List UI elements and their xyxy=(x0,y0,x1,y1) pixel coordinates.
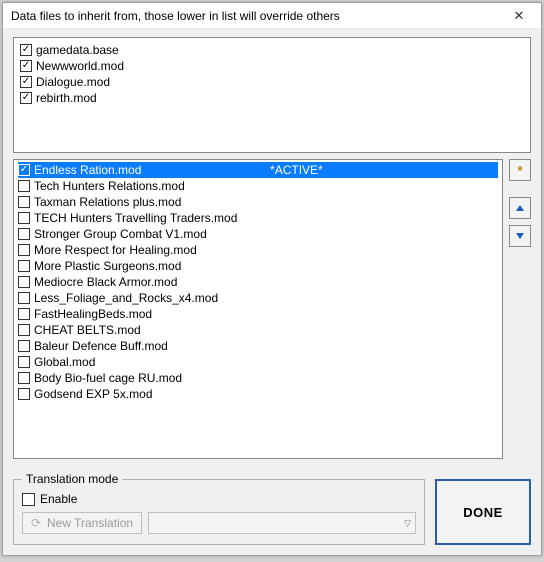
mod-row[interactable]: TECH Hunters Travelling Traders.mod xyxy=(18,210,498,226)
translation-icon: ⟳ xyxy=(29,516,43,530)
enable-row[interactable]: Enable xyxy=(22,492,416,506)
checkbox[interactable] xyxy=(18,356,30,368)
close-icon: ✕ xyxy=(514,8,525,24)
base-file-row[interactable]: rebirth.mod xyxy=(20,90,524,106)
mod-row[interactable]: Mediocre Black Armor.mod xyxy=(18,274,498,290)
enable-label: Enable xyxy=(40,492,77,506)
mod-label: Taxman Relations plus.mod xyxy=(34,194,181,210)
translation-group: Translation mode Enable ⟳ New Translatio… xyxy=(13,479,425,545)
mod-row[interactable]: More Respect for Healing.mod xyxy=(18,242,498,258)
move-up-button[interactable] xyxy=(509,197,531,219)
base-file-label: gamedata.base xyxy=(36,42,119,58)
checkbox[interactable] xyxy=(18,308,30,320)
dialog-window: Data files to inherit from, those lower … xyxy=(2,2,542,556)
arrow-up-icon xyxy=(516,205,524,211)
checkbox[interactable] xyxy=(18,276,30,288)
checkbox[interactable] xyxy=(18,180,30,192)
asterisk-icon: * xyxy=(517,163,522,178)
checkbox[interactable] xyxy=(18,292,30,304)
mod-label: Stronger Group Combat V1.mod xyxy=(34,226,207,242)
mod-row[interactable]: Baleur Defence Buff.mod xyxy=(18,338,498,354)
mod-label: Global.mod xyxy=(34,354,95,370)
mod-label: FastHealingBeds.mod xyxy=(34,306,152,322)
window-title: Data files to inherit from, those lower … xyxy=(11,9,340,23)
active-flag: *ACTIVE* xyxy=(270,162,323,178)
mod-label: More Plastic Surgeons.mod xyxy=(34,258,181,274)
base-file-row[interactable]: Newwworld.mod xyxy=(20,58,524,74)
new-translation-label: New Translation xyxy=(47,516,133,530)
mod-row[interactable]: Tech Hunters Relations.mod xyxy=(18,178,498,194)
mod-row[interactable]: CHEAT BELTS.mod xyxy=(18,322,498,338)
chevron-down-icon: ▽ xyxy=(404,518,411,529)
close-button[interactable]: ✕ xyxy=(503,5,535,27)
checkbox[interactable] xyxy=(20,44,32,56)
base-files-list[interactable]: gamedata.baseNewwworld.modDialogue.modre… xyxy=(13,37,531,153)
mod-row[interactable]: Godsend EXP 5x.mod xyxy=(18,386,498,402)
base-file-label: Newwworld.mod xyxy=(36,58,124,74)
reorder-buttons: * xyxy=(509,159,531,459)
mod-label: TECH Hunters Travelling Traders.mod xyxy=(34,210,237,226)
checkbox[interactable] xyxy=(18,196,30,208)
mod-label: Endless Ration.mod xyxy=(34,162,141,178)
checkbox[interactable] xyxy=(18,388,30,400)
base-file-label: Dialogue.mod xyxy=(36,74,110,90)
base-file-row[interactable]: gamedata.base xyxy=(20,42,524,58)
mod-label: Mediocre Black Armor.mod xyxy=(34,274,177,290)
mod-label: Tech Hunters Relations.mod xyxy=(34,178,185,194)
checkbox[interactable] xyxy=(18,372,30,384)
mods-area: Endless Ration.mod *ACTIVE* Tech Hunters R… xyxy=(13,159,531,459)
translation-controls: ⟳ New Translation ▽ xyxy=(22,512,416,534)
new-translation-button: ⟳ New Translation xyxy=(22,512,142,534)
mod-label: Baleur Defence Buff.mod xyxy=(34,338,168,354)
mod-row[interactable]: FastHealingBeds.mod xyxy=(18,306,498,322)
mod-row[interactable]: Stronger Group Combat V1.mod xyxy=(18,226,498,242)
mod-row[interactable]: Less_Foliage_and_Rocks_x4.mod xyxy=(18,290,498,306)
mod-row[interactable]: More Plastic Surgeons.mod xyxy=(18,258,498,274)
mod-label: Less_Foliage_and_Rocks_x4.mod xyxy=(34,290,218,306)
wildcard-button[interactable]: * xyxy=(509,159,531,181)
titlebar: Data files to inherit from, those lower … xyxy=(3,3,541,29)
mod-label: Body Bio-fuel cage RU.mod xyxy=(34,370,182,386)
mod-label: More Respect for Healing.mod xyxy=(34,242,197,258)
checkbox[interactable] xyxy=(18,260,30,272)
checkbox[interactable] xyxy=(20,76,32,88)
checkbox[interactable] xyxy=(20,60,32,72)
mod-row[interactable]: Taxman Relations plus.mod xyxy=(18,194,498,210)
mods-list[interactable]: Endless Ration.mod *ACTIVE* Tech Hunters R… xyxy=(13,159,503,459)
checkbox[interactable] xyxy=(18,324,30,336)
done-label: DONE xyxy=(463,505,503,520)
done-button[interactable]: DONE xyxy=(435,479,531,545)
translation-group-label: Translation mode xyxy=(22,472,122,486)
checkbox[interactable] xyxy=(18,228,30,240)
mod-label: CHEAT BELTS.mod xyxy=(34,322,141,338)
checkbox[interactable] xyxy=(18,244,30,256)
mod-label: Godsend EXP 5x.mod xyxy=(34,386,153,402)
checkbox[interactable] xyxy=(18,164,30,176)
base-file-label: rebirth.mod xyxy=(36,90,97,106)
move-down-button[interactable] xyxy=(509,225,531,247)
arrow-down-icon xyxy=(516,233,524,239)
enable-checkbox[interactable] xyxy=(22,493,35,506)
mod-row[interactable]: Global.mod xyxy=(18,354,498,370)
mod-row[interactable]: Body Bio-fuel cage RU.mod xyxy=(18,370,498,386)
base-file-row[interactable]: Dialogue.mod xyxy=(20,74,524,90)
checkbox[interactable] xyxy=(20,92,32,104)
checkbox[interactable] xyxy=(18,340,30,352)
mod-row[interactable]: Endless Ration.mod *ACTIVE* xyxy=(18,162,498,178)
translation-dropdown: ▽ xyxy=(148,512,416,534)
bottom-area: Translation mode Enable ⟳ New Translatio… xyxy=(13,479,531,545)
checkbox[interactable] xyxy=(18,212,30,224)
